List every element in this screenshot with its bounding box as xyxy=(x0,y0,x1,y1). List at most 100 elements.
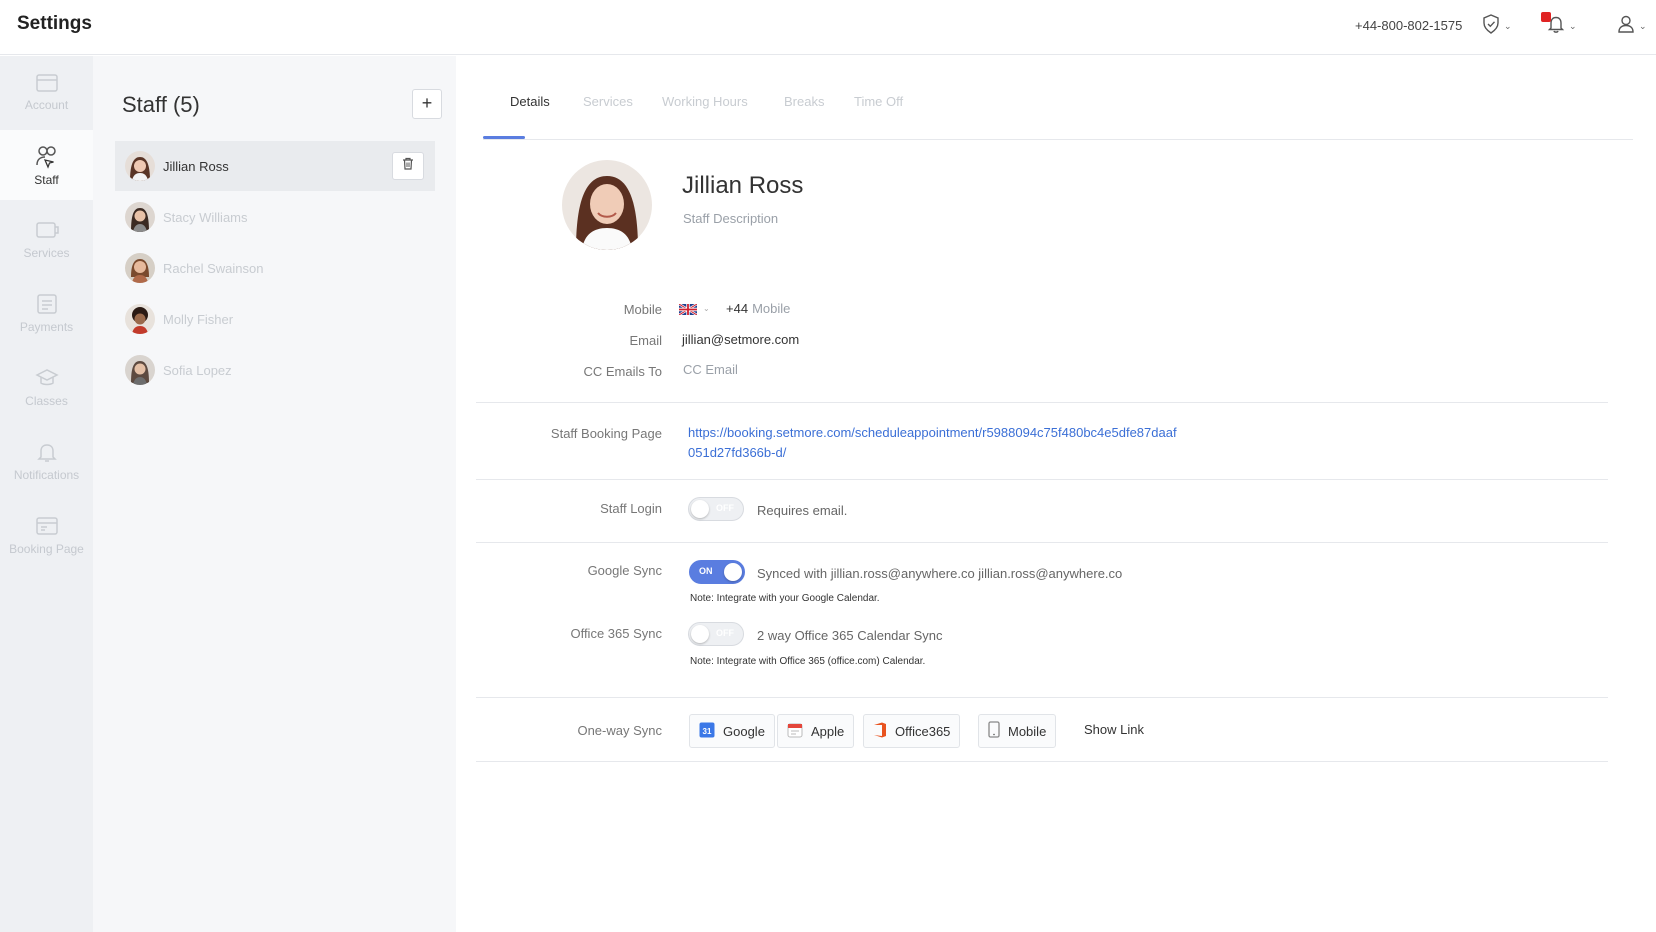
staff-list-item[interactable]: Molly Fisher xyxy=(115,294,435,344)
nav-item-label: Payments xyxy=(19,320,74,334)
sync-button-label: Google xyxy=(723,723,765,739)
nav-item-notifications[interactable]: Notifications xyxy=(0,426,93,496)
staff-details: Details Services Working Hours Breaks Ti… xyxy=(456,56,1656,932)
nav-item-account[interactable]: Account xyxy=(0,56,93,126)
chevron-down-icon: ⌄ xyxy=(1639,20,1647,31)
nav-item-label: Services xyxy=(23,246,70,260)
google-sync-toggle[interactable]: ON xyxy=(689,560,745,584)
add-staff-button[interactable]: + xyxy=(412,89,442,119)
support-phone[interactable]: +44-800-802-1575 xyxy=(1355,18,1462,33)
sync-button-label: Office365 xyxy=(895,723,951,739)
divider xyxy=(476,402,1608,403)
staff-list-panel: Staff (5) + Jillian Ross Stacy Williams … xyxy=(93,56,456,932)
tab-time-off[interactable]: Time Off xyxy=(854,94,903,109)
country-code-select[interactable]: ⌄ xyxy=(679,301,710,316)
nav-item-services[interactable]: Services xyxy=(0,204,93,274)
nav-item-label: Classes xyxy=(25,394,68,408)
mobile-country-code: +44 xyxy=(726,301,749,316)
one-way-sync-label: One-way Sync xyxy=(577,723,662,738)
settings-nav: Account Staff Services Payments Classes … xyxy=(0,56,93,932)
chevron-down-icon: ⌄ xyxy=(703,304,710,313)
bell-icon xyxy=(34,440,60,464)
shield-icon xyxy=(1482,13,1500,39)
notifications-menu[interactable]: ⌄ xyxy=(1541,11,1577,38)
nav-item-classes[interactable]: Classes xyxy=(0,352,93,422)
payments-icon xyxy=(34,292,60,316)
mobile-calendar-button[interactable]: Mobile xyxy=(978,714,1057,748)
svg-text:31: 31 xyxy=(703,727,712,736)
booking-page-label: Staff Booking Page xyxy=(550,426,662,441)
mobile-input[interactable]: Mobile xyxy=(752,301,790,316)
staff-name: Stacy Williams xyxy=(163,209,248,225)
staff-list-item[interactable]: Stacy Williams xyxy=(115,192,435,242)
divider xyxy=(476,761,1608,762)
trash-icon xyxy=(402,157,414,175)
uk-flag-icon xyxy=(679,301,697,316)
toggle-knob xyxy=(691,500,709,518)
user-menu[interactable]: ⌄ xyxy=(1617,14,1647,38)
staff-name: Molly Fisher xyxy=(163,311,234,327)
tab-breaks[interactable]: Breaks xyxy=(784,94,824,109)
top-bar: Settings +44-800-802-1575 ⌄ ⌄ ⌄ xyxy=(0,0,1656,55)
staff-heading: Staff (5) xyxy=(122,92,200,117)
booking-url-line: 051d27fd366b-d/ xyxy=(688,445,787,460)
google-synced-text: Synced with jillian.ross@anywhere.co jil… xyxy=(757,566,1123,581)
user-icon xyxy=(1617,14,1635,39)
cc-email-input[interactable]: CC Email xyxy=(683,362,738,377)
sync-button-label: Mobile xyxy=(1008,723,1047,739)
email-field[interactable]: jillian@setmore.com xyxy=(682,332,799,347)
tab-working-hours[interactable]: Working Hours xyxy=(662,94,748,109)
active-tab-indicator xyxy=(483,136,525,139)
show-link-button[interactable]: Show Link xyxy=(1084,722,1144,737)
apple-calendar-button[interactable]: Apple xyxy=(777,714,855,748)
staff-login-toggle[interactable]: OFF xyxy=(688,497,744,521)
office365-icon xyxy=(873,722,887,741)
profile-photo[interactable] xyxy=(562,160,652,250)
google-calendar-button[interactable]: 31 Google xyxy=(689,714,775,748)
tab-services[interactable]: Services xyxy=(583,94,633,109)
staff-full-name[interactable]: Jillian Ross xyxy=(682,172,803,200)
services-icon xyxy=(34,218,60,242)
office-sync-toggle[interactable]: OFF xyxy=(688,622,744,646)
divider xyxy=(476,542,1608,543)
divider xyxy=(476,479,1608,480)
chevron-down-icon: ⌄ xyxy=(1504,20,1512,31)
staff-login-label: Staff Login xyxy=(600,501,662,516)
google-sync-note: Note: Integrate with your Google Calenda… xyxy=(690,593,880,604)
page-title: Settings xyxy=(17,13,92,34)
staff-icon xyxy=(34,143,60,169)
email-label: Email xyxy=(629,333,662,348)
divider xyxy=(476,697,1608,698)
chevron-down-icon: ⌄ xyxy=(1569,20,1577,31)
nav-item-booking-page[interactable]: Booking Page xyxy=(0,500,93,570)
staff-description[interactable]: Staff Description xyxy=(683,211,778,226)
nav-item-staff[interactable]: Staff xyxy=(0,130,93,200)
classes-icon xyxy=(34,366,60,390)
toggle-state: ON xyxy=(699,566,713,576)
toggle-knob xyxy=(724,563,742,581)
avatar xyxy=(125,202,155,232)
staff-list-item[interactable]: Rachel Swainson xyxy=(115,243,435,293)
tab-details[interactable]: Details xyxy=(510,94,550,109)
security-menu[interactable]: ⌄ xyxy=(1482,13,1512,39)
nav-item-label: Booking Page xyxy=(9,542,84,556)
login-requires-note: Requires email. xyxy=(757,503,848,518)
staff-list-item[interactable]: Jillian Ross xyxy=(115,141,435,191)
cc-emails-label: CC Emails To xyxy=(583,364,662,379)
mobile-label: Mobile xyxy=(623,302,662,317)
office-sync-label: Office 365 Sync xyxy=(570,626,662,641)
toggle-state: OFF xyxy=(716,628,734,638)
mobile-field[interactable]: +44 Mobile xyxy=(726,301,790,316)
nav-item-label: Staff xyxy=(34,173,59,187)
toggle-state: OFF xyxy=(716,503,734,513)
avatar xyxy=(125,355,155,385)
toggle-knob xyxy=(691,625,709,643)
office365-button[interactable]: Office365 xyxy=(863,714,961,748)
staff-name: Rachel Swainson xyxy=(163,260,264,276)
delete-staff-button[interactable] xyxy=(392,152,424,180)
staff-list-item[interactable]: Sofia Lopez xyxy=(115,345,435,395)
nav-item-payments[interactable]: Payments xyxy=(0,278,93,348)
apple-calendar-icon xyxy=(787,722,803,741)
google-calendar-icon: 31 xyxy=(699,722,715,741)
booking-page-link[interactable]: https://booking.setmore.com/scheduleappo… xyxy=(688,423,1228,463)
